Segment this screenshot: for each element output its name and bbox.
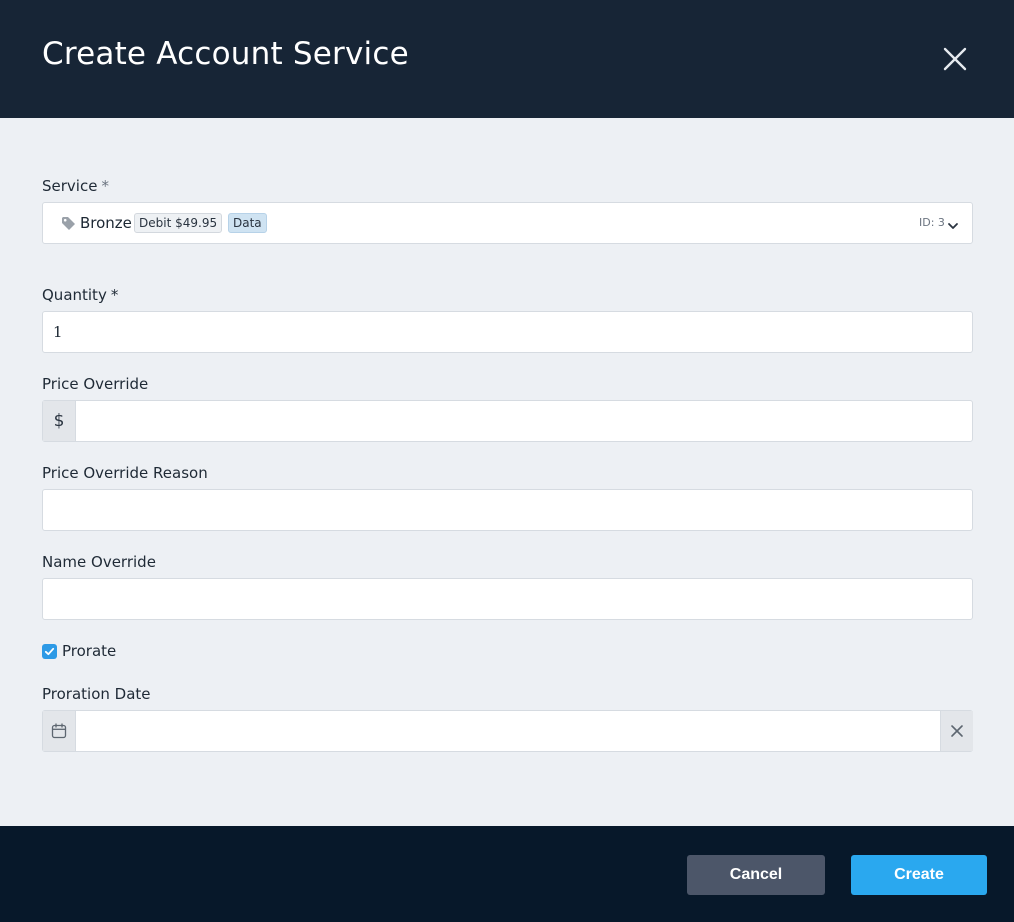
- dialog-header: Create Account Service: [0, 0, 1014, 118]
- prorate-label[interactable]: Prorate: [62, 642, 116, 660]
- name-override-input[interactable]: [42, 578, 973, 620]
- price-override-reason-input[interactable]: [42, 489, 973, 531]
- required-mark: *: [110, 286, 119, 304]
- dialog-body: Service * Bronze Debit $49.95 Data ID: 3 …: [0, 118, 1014, 826]
- type-badge: Data: [228, 213, 267, 233]
- tag-icon: [61, 216, 76, 235]
- quantity-label-text: Quantity: [42, 286, 107, 304]
- service-name: Bronze: [80, 214, 132, 232]
- chevron-down-icon[interactable]: [947, 217, 959, 236]
- currency-prefix: $: [43, 401, 76, 441]
- price-override-label: Price Override: [42, 375, 149, 393]
- clear-date-close-icon[interactable]: [940, 711, 973, 751]
- service-select[interactable]: Bronze Debit $49.95 Data ID: 3: [42, 202, 973, 244]
- price-badge: Debit $49.95: [134, 213, 223, 233]
- name-override-label: Name Override: [42, 553, 156, 571]
- proration-date-input[interactable]: [42, 710, 973, 752]
- quantity-label: Quantity *: [42, 286, 118, 304]
- check-icon: [44, 647, 55, 656]
- cancel-button[interactable]: Cancel: [687, 855, 825, 895]
- prorate-checkbox[interactable]: [42, 644, 57, 659]
- service-id: ID: 3: [919, 216, 945, 229]
- quantity-input[interactable]: 1: [42, 311, 973, 353]
- close-icon[interactable]: [938, 42, 972, 76]
- quantity-value: 1: [53, 323, 63, 341]
- price-override-reason-label: Price Override Reason: [42, 464, 208, 482]
- price-override-input[interactable]: $: [42, 400, 973, 442]
- dialog-title: Create Account Service: [42, 36, 409, 72]
- create-button[interactable]: Create: [851, 855, 987, 895]
- service-label-text: Service: [42, 177, 98, 195]
- calendar-icon[interactable]: [43, 711, 76, 751]
- service-label: Service *: [42, 177, 109, 195]
- dialog-footer: Cancel Create: [0, 826, 1014, 922]
- proration-date-label: Proration Date: [42, 685, 151, 703]
- required-mark: *: [101, 177, 109, 195]
